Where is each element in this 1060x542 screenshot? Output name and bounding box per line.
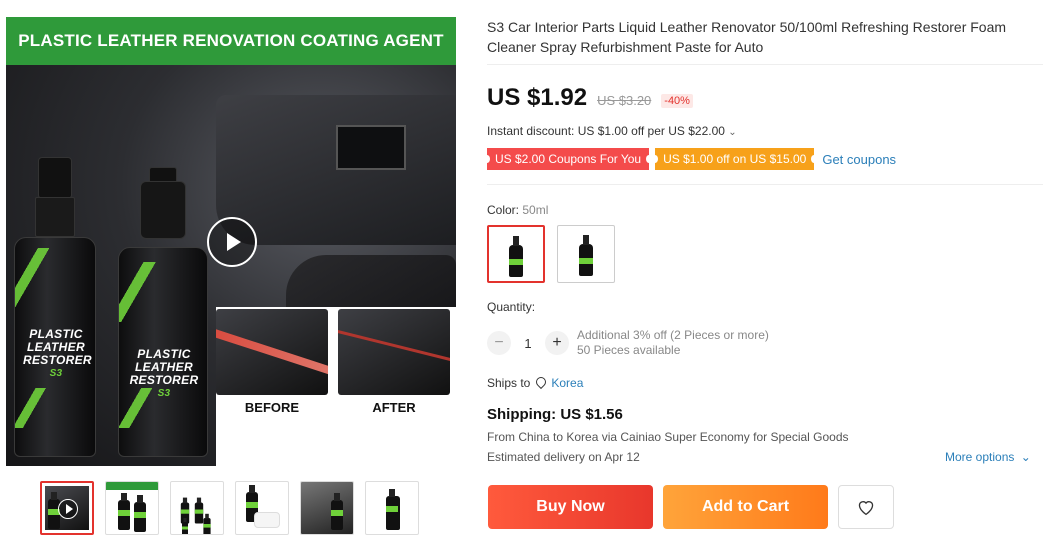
- color-option-50ml[interactable]: [487, 225, 545, 283]
- image-banner-title: PLASTIC LEATHER RENOVATION COATING AGENT: [6, 17, 456, 65]
- quantity-increase-button[interactable]: +: [545, 331, 569, 355]
- shipping-route: From China to Korea via Cainiao Super Ec…: [487, 430, 849, 444]
- quantity-notes: Additional 3% off (2 Pieces or more) 50 …: [577, 328, 769, 357]
- coupon-discount[interactable]: US $1.00 off on US $15.00: [652, 148, 818, 170]
- price-row: US $1.92 US $3.20 -40%: [487, 84, 693, 112]
- before-image: [216, 309, 328, 395]
- infotainment-screen-graphic: [336, 125, 406, 170]
- instant-discount[interactable]: Instant discount: US $1.00 off per US $2…: [487, 124, 737, 138]
- original-price: US $3.20: [597, 93, 652, 108]
- discount-badge: -40%: [661, 94, 693, 108]
- after-label: AFTER: [372, 400, 416, 415]
- color-option-100ml[interactable]: [557, 225, 615, 283]
- quantity-stepper: − 1 + Additional 3% off (2 Pieces or mor…: [487, 328, 769, 358]
- thumbnail-interior[interactable]: [300, 481, 354, 535]
- ship-country[interactable]: Korea: [551, 376, 583, 390]
- quantity-label: Quantity:: [487, 300, 536, 314]
- before-after-panel: BEFORE AFTER: [216, 307, 456, 466]
- coupon-row: US $2.00 Coupons For You US $1.00 off on…: [483, 148, 896, 170]
- location-pin-icon: [536, 377, 545, 389]
- chevron-down-icon: ⌄: [728, 127, 737, 138]
- add-to-cart-button[interactable]: Add to Cart: [663, 485, 828, 529]
- quantity-decrease-button[interactable]: −: [487, 331, 511, 355]
- dashboard-graphic: [216, 95, 456, 245]
- thumbnail-strip: [40, 481, 419, 535]
- bottle-thumbnail: [509, 236, 523, 277]
- thumbnail-video[interactable]: [40, 481, 94, 535]
- ships-to[interactable]: Ships to Korea: [487, 376, 583, 390]
- thumbnail-bottle[interactable]: [365, 481, 419, 535]
- chevron-down-icon: ⌄: [1020, 450, 1031, 464]
- product-bottle-left: PLASTIC LEATHER RESTORER S3: [14, 157, 96, 457]
- more-shipping-options[interactable]: More options ⌄: [945, 450, 1031, 464]
- thumbnail-usage[interactable]: [235, 481, 289, 535]
- play-video-icon[interactable]: [207, 217, 257, 267]
- shipping-cost: Shipping: US $1.56: [487, 406, 623, 423]
- color-options: [487, 225, 615, 283]
- coupon-store[interactable]: US $2.00 Coupons For You: [483, 148, 653, 170]
- product-main-image[interactable]: PLASTIC LEATHER RENOVATION COATING AGENT…: [6, 17, 456, 466]
- product-bottle-right: PLASTIC LEATHER RESTORER S3: [118, 167, 208, 457]
- divider: [487, 64, 1043, 65]
- quantity-value[interactable]: 1: [511, 336, 545, 351]
- bottle-thumbnail: [579, 235, 593, 276]
- selected-color-value: 50ml: [522, 203, 549, 217]
- heart-icon: [858, 501, 874, 516]
- get-coupons-link[interactable]: Get coupons: [822, 152, 896, 167]
- color-label: Color: 50ml: [487, 203, 549, 217]
- thumbnail-product[interactable]: [105, 481, 159, 535]
- wishlist-button[interactable]: [838, 485, 894, 529]
- current-price: US $1.92: [487, 84, 588, 111]
- divider: [487, 184, 1043, 185]
- buy-now-button[interactable]: Buy Now: [488, 485, 653, 529]
- after-image: [338, 309, 450, 395]
- estimated-delivery: Estimated delivery on Apr 12: [487, 450, 640, 464]
- thumbnail-pieces[interactable]: [170, 481, 224, 535]
- before-label: BEFORE: [244, 400, 300, 415]
- product-title: S3 Car Interior Parts Liquid Leather Ren…: [487, 19, 1007, 55]
